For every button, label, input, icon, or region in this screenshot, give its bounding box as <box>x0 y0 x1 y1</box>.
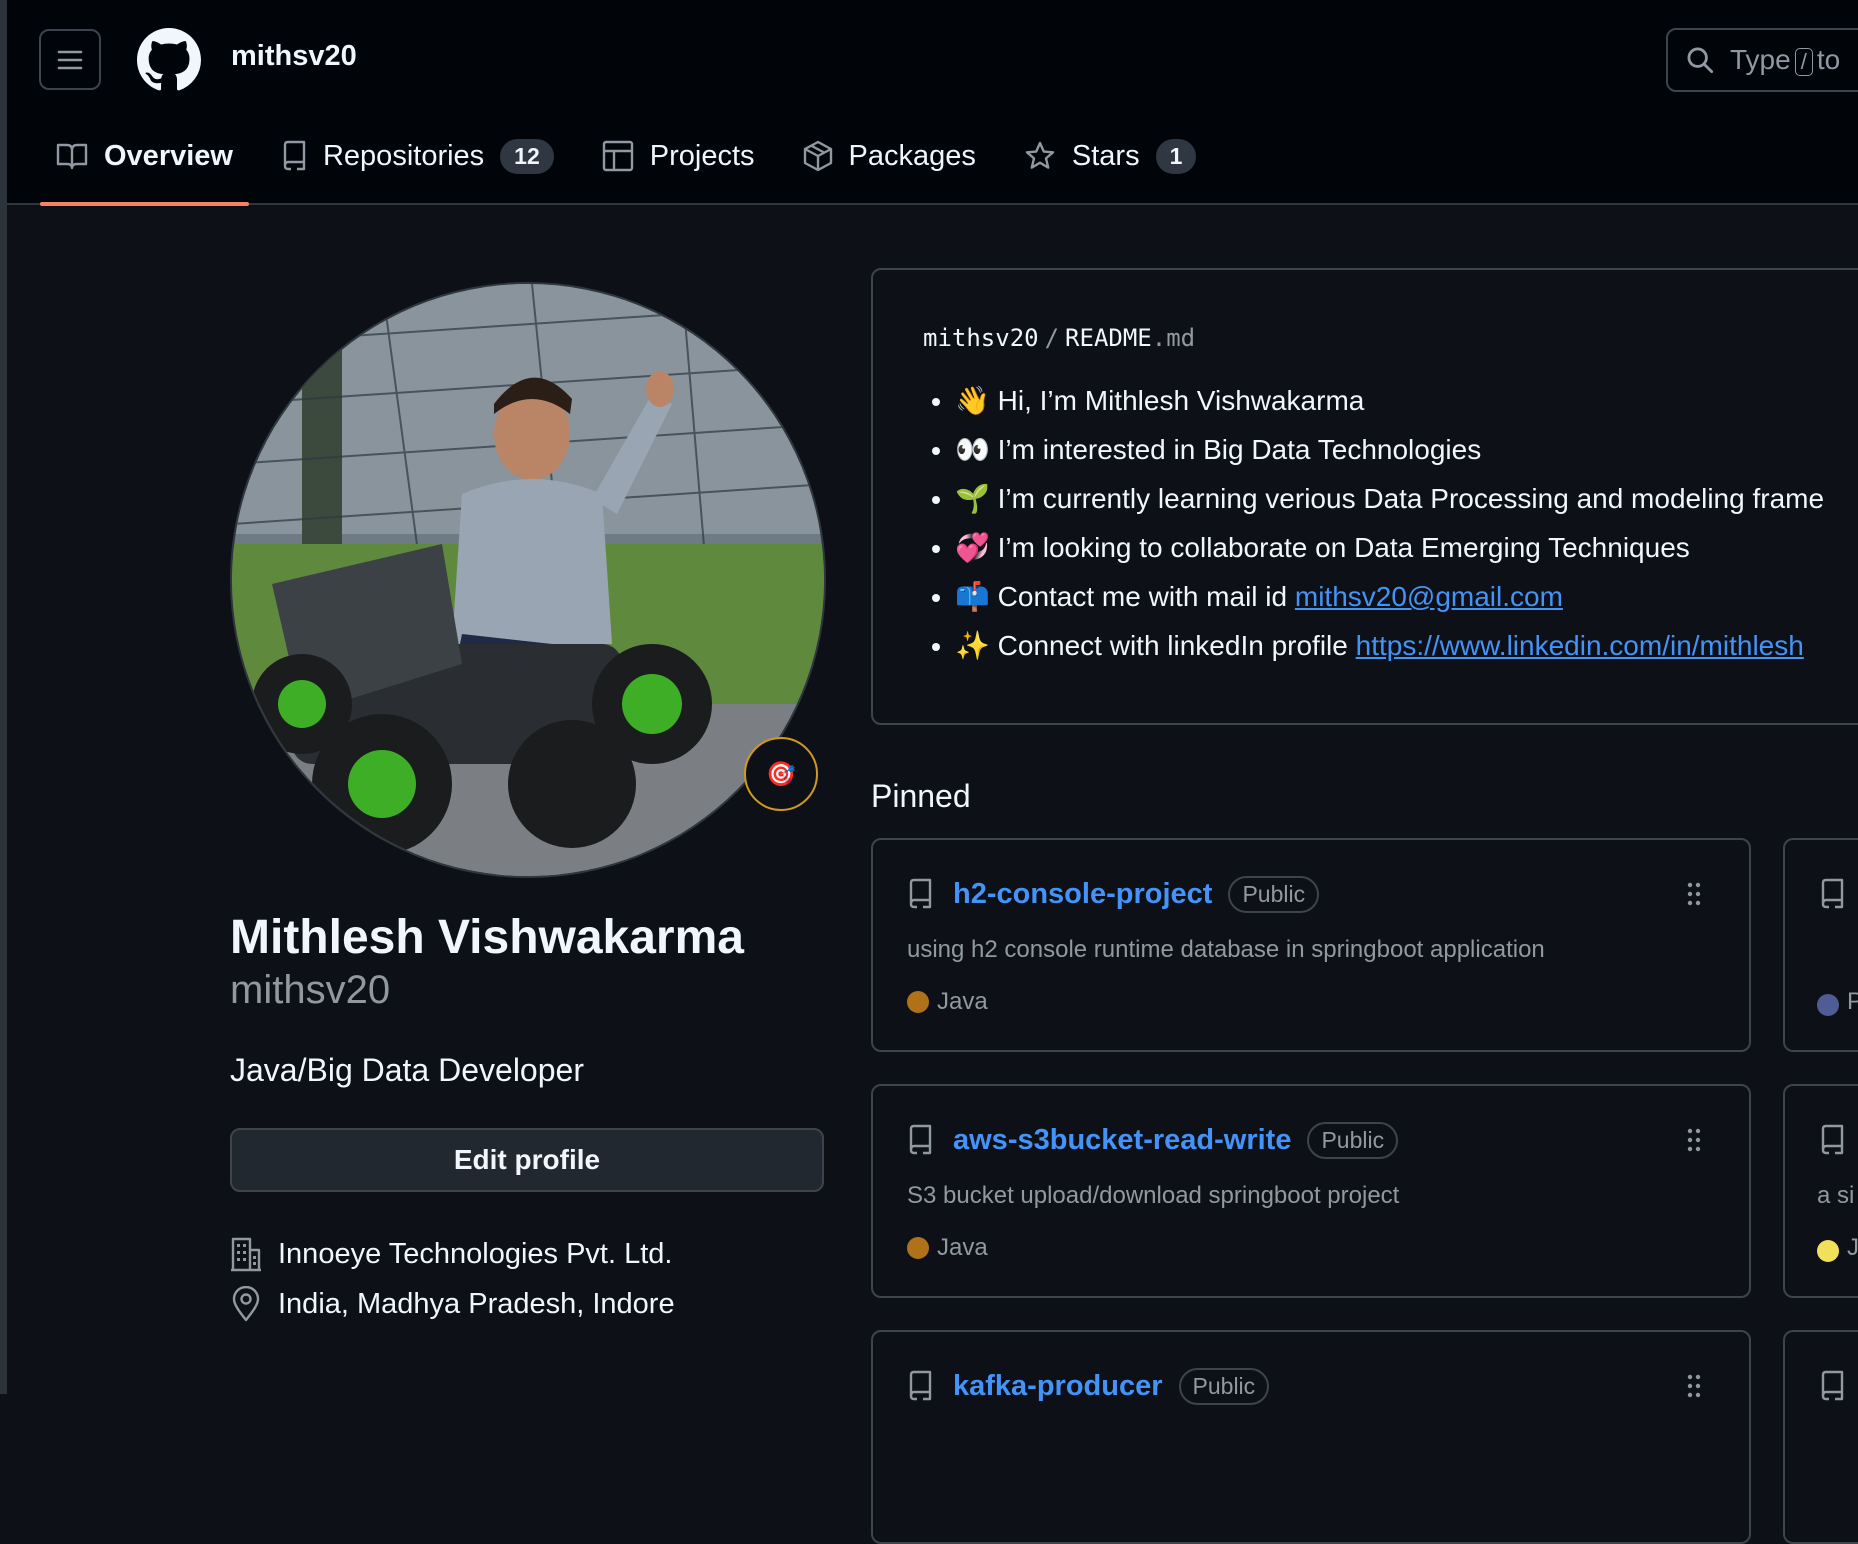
repo-description: using h2 console runtime database in spr… <box>907 936 1545 963</box>
profile-readme: mithsv20/README.md 👋 Hi, I’m Mithlesh Vi… <box>871 268 1858 725</box>
list-item: 🌱 I’m currently learning verious Data Pr… <box>955 474 1824 523</box>
drag-handle-icon[interactable] <box>1687 882 1701 906</box>
visibility-badge: Public <box>1228 876 1320 913</box>
readme-list: 👋 Hi, I’m Mithlesh Vishwakarma 👀 I’m int… <box>915 376 1824 670</box>
list-item: 👋 Hi, I’m Mithlesh Vishwakarma <box>955 376 1824 425</box>
repositories-count: 12 <box>500 138 554 174</box>
table-icon <box>602 140 633 172</box>
language-color-dot <box>1817 1240 1839 1262</box>
readme-path[interactable]: mithsv20/README.md <box>923 324 1195 352</box>
repo-language: Java <box>907 1234 988 1262</box>
hamburger-icon <box>57 50 83 69</box>
app-header: mithsv20 Type / to Overview Repositories 1… <box>7 0 1858 206</box>
repo-icon <box>1821 878 1844 909</box>
repo-description: a si <box>1817 1182 1855 1209</box>
language-color-dot <box>907 991 929 1013</box>
repo-name-link[interactable]: kafka-producer <box>953 1370 1163 1403</box>
list-item: 👀 I’m interested in Big Data Technologie… <box>955 425 1824 474</box>
pinned-repo-card: a si J <box>1783 1084 1858 1298</box>
pinned-repo-card: aws-s3bucket-read-write Public S3 bucket … <box>871 1084 1751 1298</box>
linkedin-link[interactable]: https://www.linkedin.com/in/mithlesh <box>1356 630 1804 661</box>
search-placeholder: Type / to <box>1730 44 1841 76</box>
drag-handle-icon[interactable] <box>1687 1374 1701 1398</box>
pinned-repo-card <box>1783 1330 1858 1544</box>
target-emoji-icon: 🎯 <box>766 760 796 788</box>
profile-owner-link[interactable]: mithsv20 <box>231 40 357 73</box>
repo-icon <box>1821 1370 1844 1401</box>
repo-description: S3 bucket upload/download springboot pro… <box>907 1182 1400 1209</box>
avatar[interactable] <box>230 282 826 878</box>
profile-company: Innoeye Technologies Pvt. Ltd. <box>230 1236 672 1272</box>
edit-profile-button[interactable]: Edit profile <box>230 1128 824 1192</box>
profile-location: India, Madhya Pradesh, Indore <box>230 1286 675 1322</box>
repo-language: Java <box>907 988 988 1016</box>
tab-packages[interactable]: Packages <box>787 124 992 188</box>
repo-icon <box>909 1124 932 1155</box>
repo-icon <box>1821 1124 1844 1155</box>
repo-icon <box>909 878 932 909</box>
tab-projects[interactable]: Projects <box>586 124 771 188</box>
profile-bio: Java/Big Data Developer <box>230 1052 584 1088</box>
profile-full-name: Mithlesh Vishwakarma <box>230 911 744 964</box>
email-link[interactable]: mithsv20@gmail.com <box>1295 581 1563 612</box>
repo-language: P <box>1847 988 1858 1015</box>
avatar-photo <box>232 284 824 876</box>
location-pin-icon <box>232 1286 260 1322</box>
github-logo-icon[interactable] <box>137 28 201 92</box>
language-color-dot <box>1817 994 1839 1016</box>
window-edge <box>0 0 7 1394</box>
repo-icon <box>283 140 306 171</box>
visibility-badge: Public <box>1307 1122 1399 1159</box>
pinned-heading: Pinned <box>871 778 971 814</box>
list-item: ✨ Connect with linkedIn profile https://… <box>955 621 1824 670</box>
organization-icon <box>231 1237 261 1272</box>
tab-overview[interactable]: Overview <box>40 124 249 206</box>
star-icon <box>1025 141 1055 169</box>
profile-username: mithsv20 <box>230 968 391 1012</box>
list-item: 💞️ I’m looking to collaborate on Data Em… <box>955 523 1824 572</box>
repo-name-link[interactable]: aws-s3bucket-read-write <box>953 1124 1291 1157</box>
search-icon <box>1687 47 1714 74</box>
search-input[interactable]: Type / to <box>1666 28 1858 92</box>
tab-repositories[interactable]: Repositories 12 <box>265 124 570 188</box>
stars-count: 1 <box>1155 138 1197 174</box>
pinned-repo-card: P <box>1783 838 1858 1052</box>
list-item: 📫 Contact me with mail id mithsv20@gmail… <box>955 572 1824 621</box>
repo-language: J <box>1847 1234 1858 1261</box>
language-color-dot <box>907 1237 929 1259</box>
profile-tabs: Overview Repositories 12 Projects Packag… <box>40 124 1228 206</box>
pinned-repo-card: kafka-producer Public <box>871 1330 1751 1544</box>
package-icon <box>803 140 832 172</box>
repo-name-link[interactable]: h2-console-project <box>953 878 1212 911</box>
hamburger-menu-button[interactable] <box>39 29 101 90</box>
tab-stars[interactable]: Stars 1 <box>1008 124 1212 188</box>
drag-handle-icon[interactable] <box>1687 1128 1701 1152</box>
status-badge[interactable]: 🎯 <box>744 737 818 811</box>
pinned-repo-card: h2-console-project Public using h2 consol… <box>871 838 1751 1052</box>
repo-icon <box>909 1370 932 1401</box>
visibility-badge: Public <box>1178 1368 1270 1405</box>
book-icon <box>56 143 88 170</box>
